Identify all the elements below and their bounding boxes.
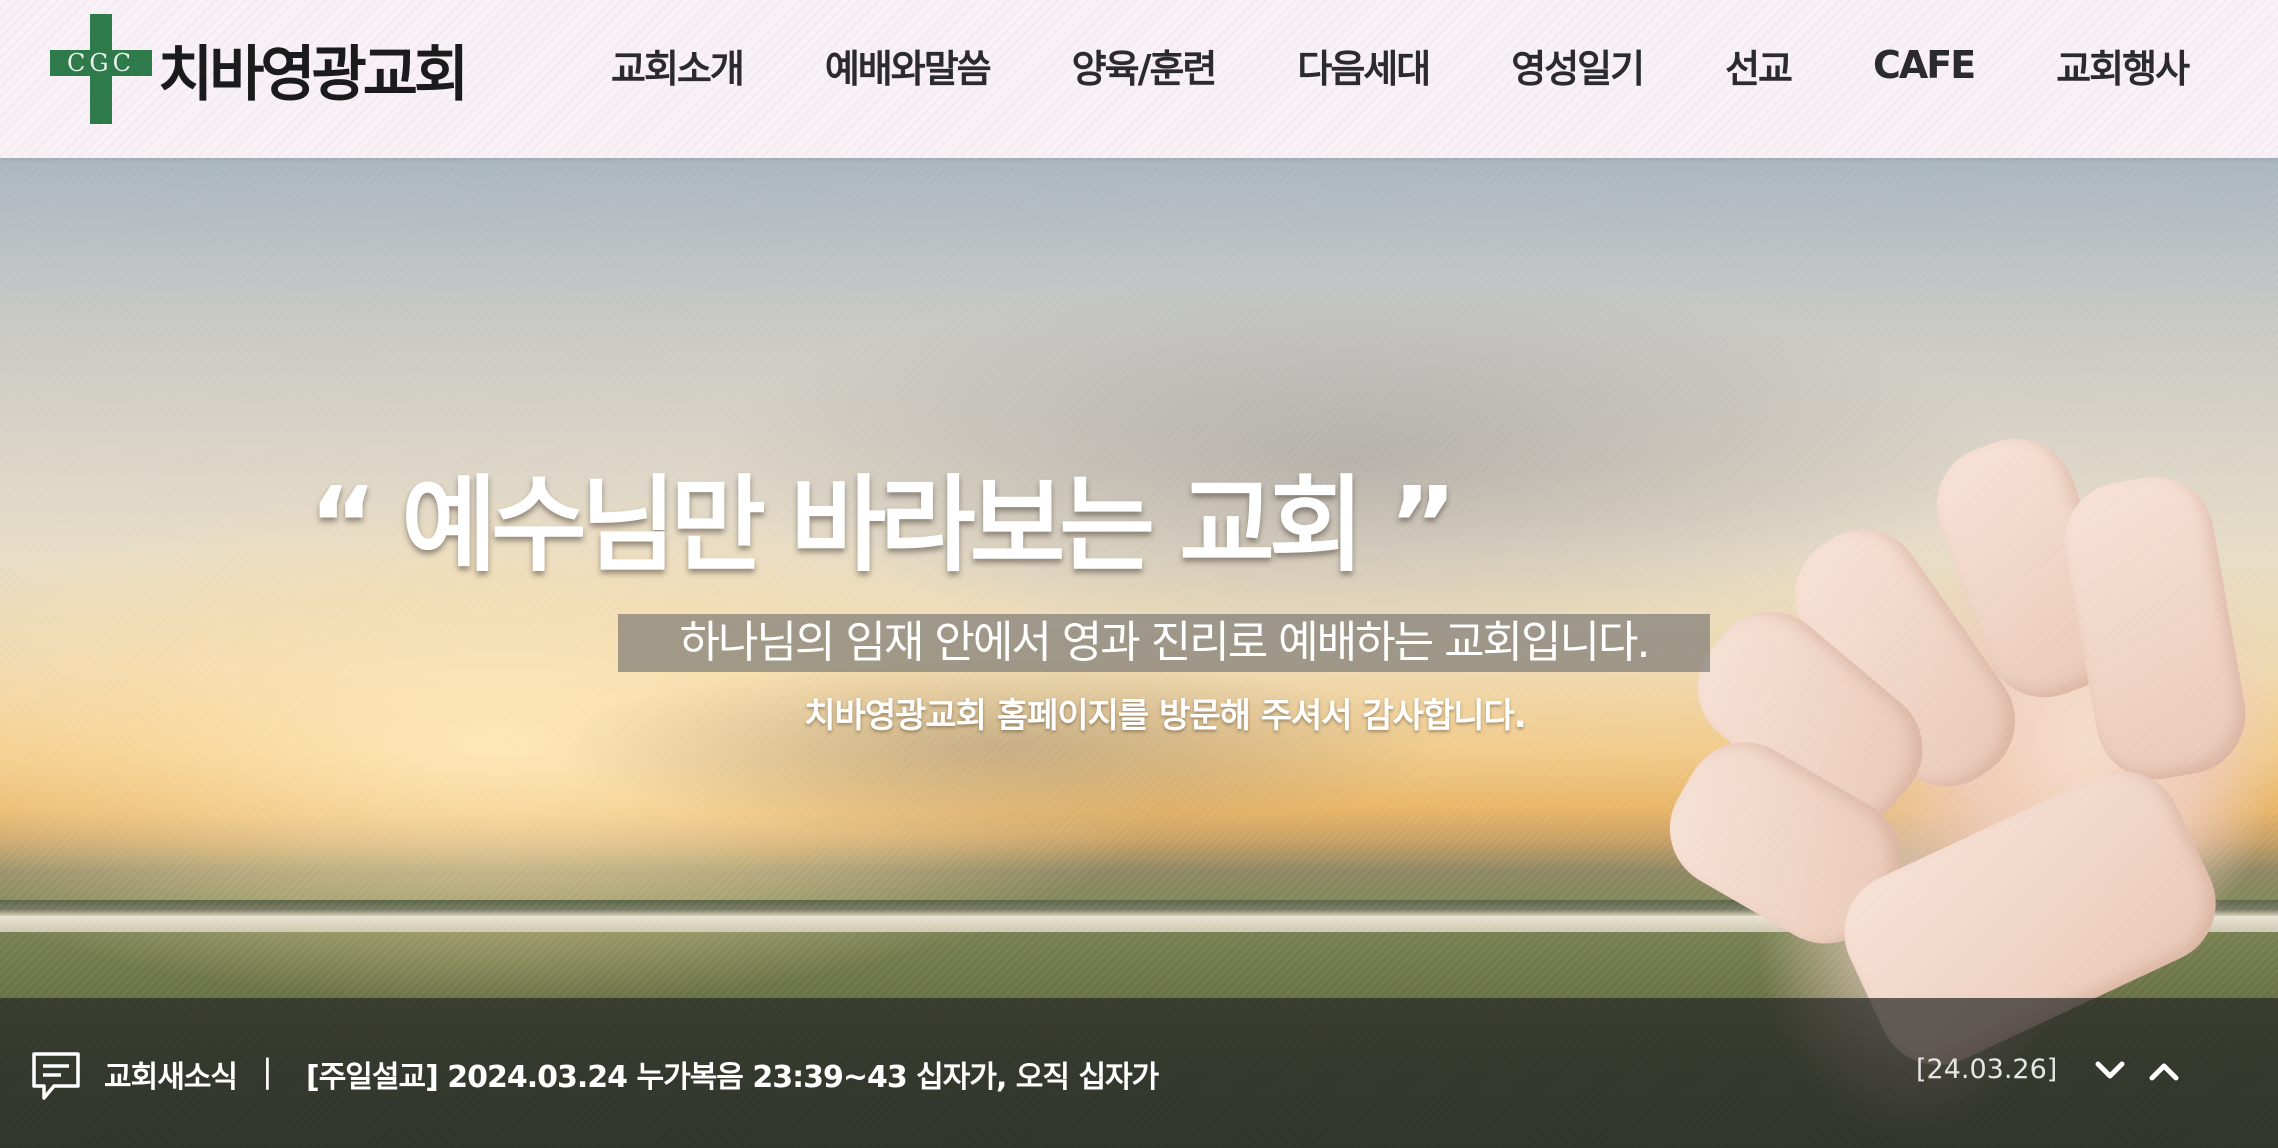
site-logo[interactable]: CGC 치바영광교회: [50, 14, 469, 124]
chevron-up-icon[interactable]: [2144, 1054, 2184, 1088]
nav-item-next-generation[interactable]: 다음세대: [1256, 38, 1470, 93]
nav-item-worship[interactable]: 예배와말씀: [784, 38, 1031, 93]
church-name: 치바영광교회: [158, 39, 469, 110]
nav-item-spiritual-diary[interactable]: 영성일기: [1470, 38, 1684, 93]
site-header: CGC 치바영광교회 교회소개 예배와말씀 양육/훈련 다음세대 영성일기 선교…: [0, 0, 2278, 158]
news-headline-link[interactable]: [주일설교] 2024.03.24 누가복음 23:39~43 십자가, 오직 …: [306, 1052, 1159, 1096]
cross-logo-icon: CGC: [50, 14, 152, 124]
hero-subtitle: 하나님의 임재 안에서 영과 진리로 예배하는 교회입니다.: [618, 614, 1710, 672]
hero-quote: “ 예수님만 바라보는 교회 ”: [308, 464, 1457, 586]
hero-welcome: 치바영광교회 홈페이지를 방문해 주셔서 감사합니다.: [804, 696, 1526, 736]
nav-item-mission[interactable]: 선교: [1684, 38, 1832, 93]
speech-bubble-icon: [28, 1048, 84, 1104]
news-ticker: 교회새소식 | [주일설교] 2024.03.24 누가복음 23:39~43 …: [0, 998, 2278, 1148]
logo-mark-text: CGC: [67, 49, 135, 77]
news-separator: |: [262, 1052, 273, 1090]
nav-item-about[interactable]: 교회소개: [570, 38, 784, 93]
chevron-down-icon[interactable]: [2090, 1054, 2130, 1088]
nav-item-cafe[interactable]: CAFE: [1832, 43, 2015, 87]
nav-item-training[interactable]: 양육/훈련: [1031, 38, 1257, 93]
nav-item-events[interactable]: 교회행사: [2015, 38, 2229, 93]
news-label: 교회새소식: [104, 1060, 238, 1095]
main-nav: 교회소개 예배와말씀 양육/훈련 다음세대 영성일기 선교 CAFE 교회행사: [570, 0, 2229, 130]
news-date: [24.03.26]: [1916, 1054, 2058, 1085]
